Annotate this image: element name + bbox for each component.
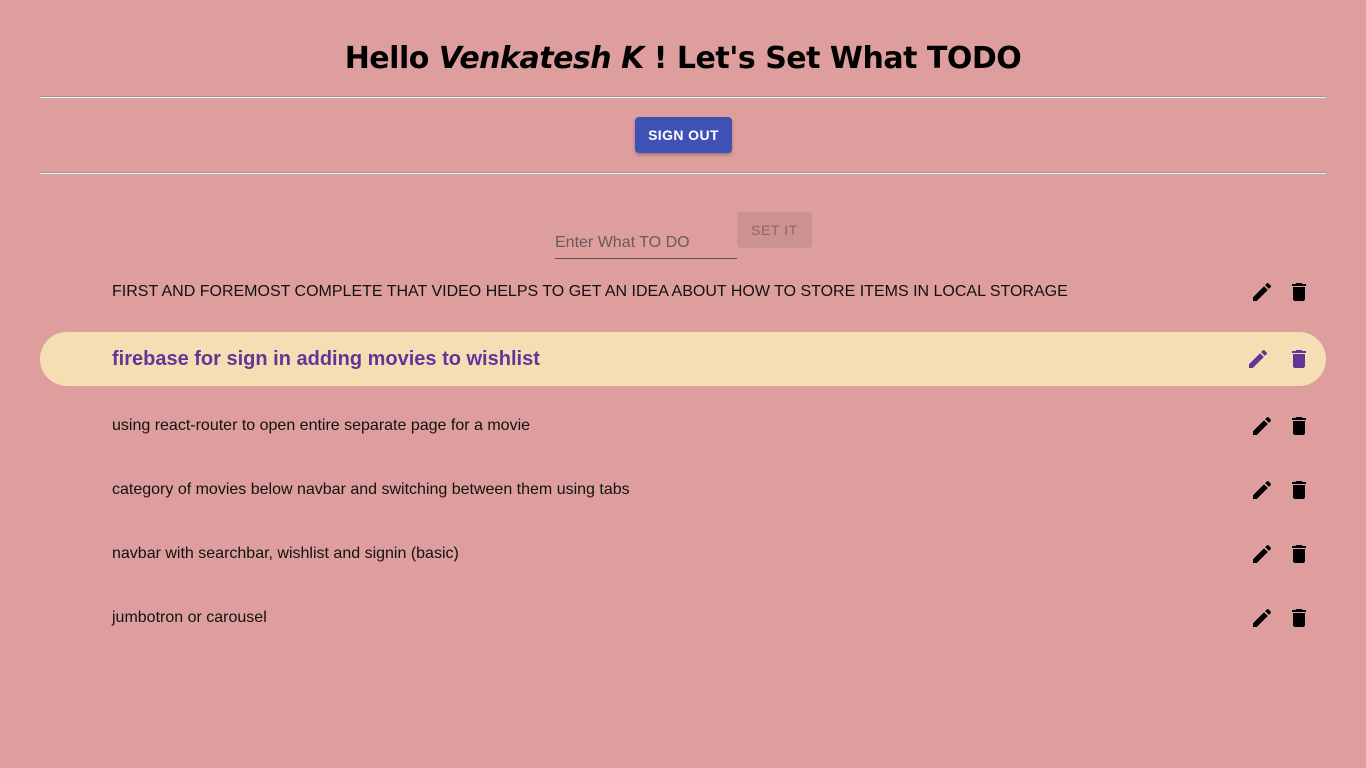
delete-button[interactable] [1286,413,1312,439]
trash-icon [1292,350,1306,368]
trash-icon [1292,609,1306,627]
edit-button[interactable] [1249,477,1275,503]
todo-text: firebase for sign in adding movies to wi… [112,347,540,370]
set-it-button[interactable]: SET IT [737,212,812,248]
todo-item-highlighted: firebase for sign in adding movies to wi… [40,332,1326,386]
todo-item: using react-router to open entire separa… [40,399,1326,453]
greeting-text: Hello [344,41,430,76]
tagline-text: ! Let's Set What TODO [653,41,1022,76]
todo-text: navbar with searchbar, wishlist and sign… [112,545,459,562]
page-title: Hello Venkatesh K ! Let's Set What TODO [0,38,1366,80]
edit-button[interactable] [1245,346,1271,372]
todo-item: FIRST AND FOREMOST COMPLETE THAT VIDEO H… [40,265,1326,319]
todo-text: using react-router to open entire separa… [112,417,531,434]
pencil-icon [1249,349,1268,368]
todo-text: jumbotron or carousel [112,609,267,626]
pencil-icon [1253,608,1272,627]
top-divider [40,96,1326,98]
edit-button[interactable] [1249,605,1275,631]
todo-item: jumbotron or carousel [40,591,1326,645]
bottom-divider [40,172,1326,174]
todo-item: navbar with searchbar, wishlist and sign… [40,527,1326,581]
pencil-icon [1253,544,1272,563]
delete-button[interactable] [1286,541,1312,567]
username: Venkatesh K [438,41,645,76]
delete-button[interactable] [1286,279,1312,305]
todo-app: Hello Venkatesh K ! Let's Set What TODO … [0,0,1366,768]
pencil-icon [1253,282,1272,301]
trash-icon [1292,481,1306,499]
delete-button[interactable] [1286,346,1312,372]
pencil-icon [1253,416,1272,435]
todo-input[interactable] [555,228,737,259]
todo-text: category of movies below navbar and swit… [112,481,630,498]
sign-out-button[interactable]: SIGN OUT [635,117,732,153]
trash-icon [1292,545,1306,563]
pencil-icon [1253,480,1272,499]
todo-text: FIRST AND FOREMOST COMPLETE THAT VIDEO H… [112,283,1068,300]
trash-icon [1292,417,1306,435]
todo-item: category of movies below navbar and swit… [40,463,1326,517]
trash-icon [1292,283,1306,301]
edit-button[interactable] [1249,413,1275,439]
delete-button[interactable] [1286,605,1312,631]
edit-button[interactable] [1249,541,1275,567]
delete-button[interactable] [1286,477,1312,503]
edit-button[interactable] [1249,279,1275,305]
